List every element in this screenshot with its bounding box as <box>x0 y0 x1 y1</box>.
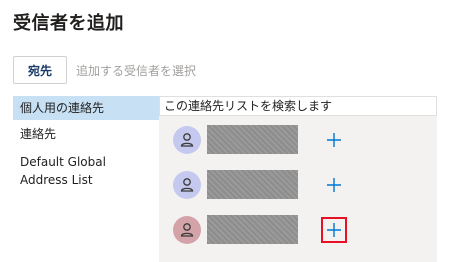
plus-icon <box>327 133 341 147</box>
dialog-title: 受信者を追加 <box>13 13 124 34</box>
address-book-list: 個人用の連絡先 連絡先 Default Global Address List <box>13 96 159 262</box>
plus-icon <box>327 178 341 192</box>
recipient-row: 宛先 追加する受信者を選択 <box>13 55 196 85</box>
sidebar-item-personal-contacts[interactable]: 個人用の連絡先 <box>13 96 159 120</box>
contact-name[interactable] <box>207 170 298 199</box>
contact-search-input[interactable]: この連絡先リストを検索します <box>159 96 437 116</box>
sidebar-item-contacts[interactable]: 連絡先 <box>13 125 159 143</box>
person-icon <box>180 178 194 192</box>
avatar <box>173 171 201 199</box>
contact-name[interactable] <box>207 215 298 244</box>
add-contact-button[interactable] <box>321 127 347 153</box>
contact-row <box>173 125 433 155</box>
avatar <box>173 126 201 154</box>
recipient-input[interactable]: 追加する受信者を選択 <box>76 62 196 79</box>
add-contact-button[interactable] <box>321 217 347 243</box>
person-icon <box>180 133 194 147</box>
contact-row <box>173 215 433 245</box>
contact-row <box>173 170 433 200</box>
to-button[interactable]: 宛先 <box>13 56 67 84</box>
plus-icon <box>327 223 341 237</box>
sidebar-item-global-address-list[interactable]: Default Global Address List <box>13 153 159 189</box>
add-contact-button[interactable] <box>321 172 347 198</box>
contact-name[interactable] <box>207 125 298 154</box>
person-icon <box>180 223 194 237</box>
avatar <box>173 216 201 244</box>
contact-panel: この連絡先リストを検索します <box>159 96 437 262</box>
